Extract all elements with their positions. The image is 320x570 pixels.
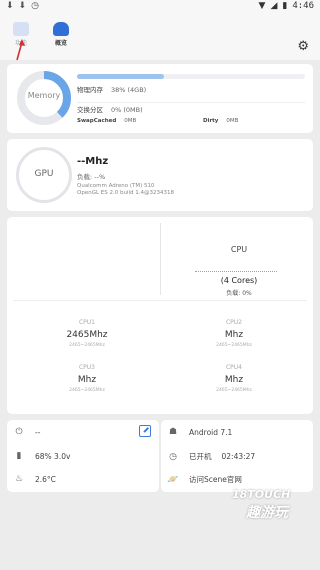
core-range: 2465~2465Mhz [69, 343, 105, 348]
home-icon [53, 22, 69, 36]
planet-icon: 🪐 [167, 474, 179, 485]
power-row: ⏻ -- [13, 427, 40, 437]
swap-row: 交换分区 0% (0MB) [77, 104, 143, 114]
download-icon: ⬇ [6, 1, 14, 11]
battery-icon: ▮ [282, 1, 288, 11]
wifi-icon: ▼ [258, 1, 266, 11]
dirty-value: 0MB [226, 118, 239, 124]
watermark-line-1: 18TOUCH [232, 488, 291, 501]
core-frequency: Mhz [224, 330, 244, 340]
cpu-load: 负载: 0% [226, 290, 252, 297]
core-name: CPU3 [78, 364, 96, 371]
gpu-frequency: --Mhz [77, 156, 109, 167]
status-system: ▼ ◢ ▮ 4:46 [259, 1, 314, 11]
tab-overview-label: 概览 [54, 40, 67, 47]
core-range: 2465~2465Mhz [69, 388, 105, 393]
swap-value: 0% (0MB) [111, 106, 143, 114]
core-name: CPU2 [225, 319, 243, 326]
gpu-ring-label: GPU [34, 169, 54, 179]
android-icon: ☗ [168, 427, 178, 437]
pointer-arrow-icon [16, 39, 25, 61]
website-link[interactable]: 访问Scene官网 [189, 474, 242, 485]
cpu-core-1: CPU1 2465Mhz 2465~2465Mhz [42, 319, 132, 348]
ram-label: 物理内存 [77, 86, 103, 94]
android-version: Android 7.1 [189, 427, 233, 437]
uptime-row: ◷ 已开机 02:43:27 [167, 451, 255, 462]
dirty-label: Dirty [203, 118, 219, 124]
core-frequency: 2465Mhz [66, 330, 108, 340]
core-name: CPU4 [225, 364, 243, 371]
top-bar: 功能 概览 ⚙ [0, 14, 320, 60]
battery-value: 68% 3.0v [35, 451, 71, 461]
ram-row: 物理内存 38% (4GB) [77, 84, 146, 94]
power-value: -- [35, 427, 41, 437]
core-frequency: Mhz [224, 375, 244, 385]
battery-icon: ▮ [16, 451, 22, 461]
gpu-renderer: Qualcomm Adreno (TM) 510 [77, 183, 155, 189]
gpu-load: 负载: --% [77, 173, 106, 181]
cpu-card[interactable]: CPU (4 Cores) 负载: 0% CPU1 2465Mhz 2465~2… [7, 217, 313, 414]
device-status-card: ⏻ -- ▮ 68% 3.0v ♨ 2.6°C [7, 420, 159, 492]
dirty-row: Dirty 0MB [203, 118, 238, 124]
battery-row: ▮ 68% 3.0v [13, 451, 71, 461]
memory-usage-fill [77, 74, 164, 79]
core-range: 2465~2465Mhz [216, 388, 252, 393]
memory-usage-bar [77, 74, 305, 79]
tab-overview[interactable]: 概览 [46, 22, 76, 47]
gpu-card[interactable]: GPU --Mhz 负载: --% Qualcomm Adreno (TM) 5… [7, 139, 313, 211]
status-notifications: ⬇ ⬇ ◷ [6, 1, 39, 11]
memory-card[interactable]: Memory 物理内存 38% (4GB) 交换分区 0% (0MB) SwapCa… [7, 64, 313, 133]
gear-icon[interactable]: ⚙ [297, 39, 309, 54]
status-time: 4:46 [292, 1, 314, 11]
cpu-core-4: CPU4 Mhz 2465~2465Mhz [189, 364, 279, 393]
plug-icon: ⏻ [15, 427, 23, 437]
swapcached-row: SwapCached 0MB [77, 118, 136, 124]
memory-divider [77, 102, 305, 103]
android-row: ☗ Android 7.1 [167, 427, 232, 437]
edit-icon[interactable] [139, 425, 151, 437]
signal-icon: ◢ [270, 1, 278, 11]
cpu-divider [160, 223, 161, 295]
cpu-cores: (4 Cores) [220, 276, 258, 285]
uptime-value: 02:43:27 [221, 452, 256, 461]
functions-icon [13, 22, 29, 36]
cpu-core-3: CPU3 Mhz 2465~2465Mhz [42, 364, 132, 393]
ram-value: 38% (4GB) [111, 86, 147, 94]
uptime-label: 已开机 [189, 452, 212, 461]
clock-icon: ◷ [169, 451, 177, 462]
watermark-logo: 18TOUCH 趣游玩 [202, 488, 312, 522]
cpu-title: CPU [230, 245, 248, 254]
system-info-card: ☗ Android 7.1 ◷ 已开机 02:43:27 🪐 访问Scene官网 [161, 420, 313, 492]
website-row[interactable]: 🪐 访问Scene官网 [167, 474, 242, 485]
temperature-value: 2.6°C [35, 474, 56, 484]
download-icon: ⬇ [18, 1, 27, 11]
status-bar: ⬇ ⬇ ◷ ▼ ◢ ▮ 4:46 [0, 0, 320, 14]
clock-icon: ◷ [31, 1, 39, 11]
swapcached-value: 0MB [124, 118, 137, 124]
core-frequency: Mhz [77, 375, 97, 385]
watermark-line-2: 趣游玩 [246, 505, 288, 521]
memory-ring-label: Memory [27, 91, 61, 100]
flame-icon: ♨ [14, 474, 24, 484]
core-name: CPU1 [78, 319, 96, 326]
cpu-core-2: CPU2 Mhz 2465~2465Mhz [189, 319, 279, 348]
gpu-opengl: OpenGL ES 2.0 build 1.4@3234318 [77, 190, 174, 196]
cpu-section-divider [13, 300, 307, 301]
cpu-usage-graph [195, 271, 277, 273]
temperature-row: ♨ 2.6°C [13, 474, 56, 484]
core-range: 2465~2465Mhz [216, 343, 252, 348]
swap-label: 交换分区 [77, 106, 103, 114]
swapcached-label: SwapCached [77, 118, 117, 124]
